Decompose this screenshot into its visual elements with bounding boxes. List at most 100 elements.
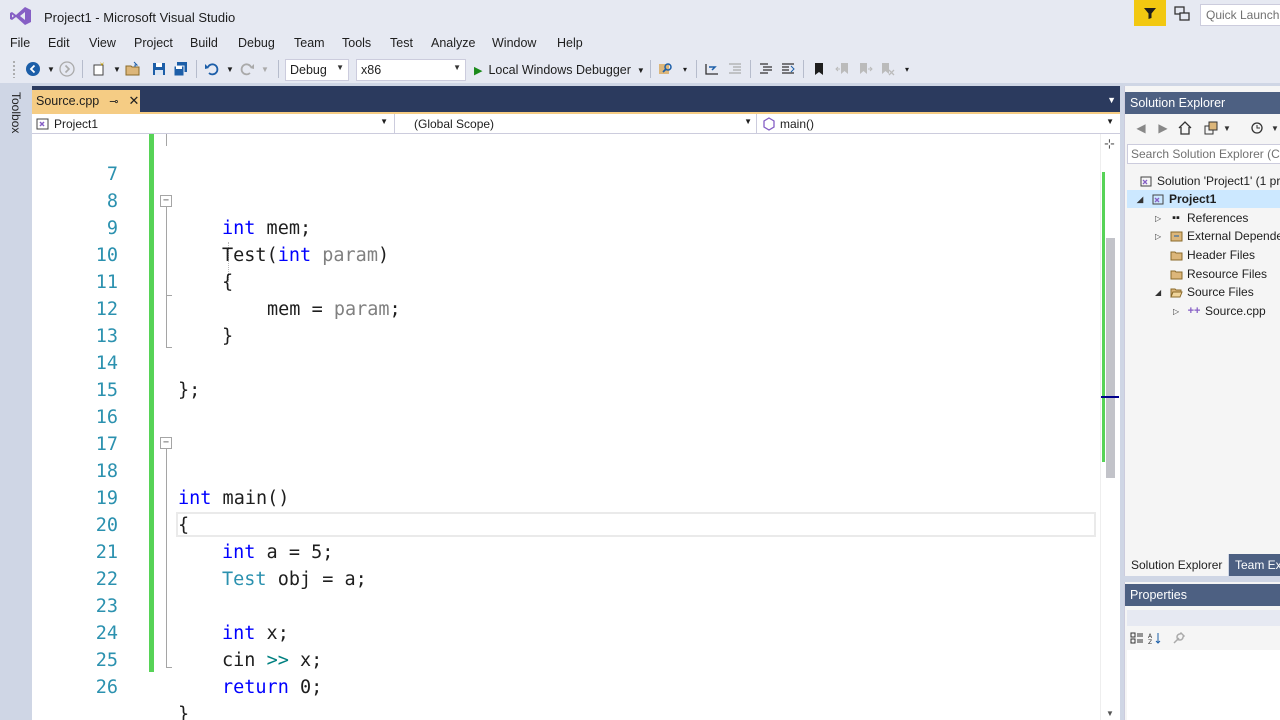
tree-item-source-files[interactable]: ◢ Source Files [1155,283,1254,301]
alphabetical-icon[interactable]: AZ [1147,630,1163,646]
forward-icon[interactable]: ▶ [1155,120,1171,136]
toolbar-overflow-icon[interactable]: ▾ [898,60,916,78]
code-line: 9 Test(int param) [32,188,1100,266]
navigate-back-icon[interactable] [24,60,42,78]
code-text: 0; [288,677,323,698]
solution-configuration-select[interactable]: Debug ▼ [285,59,349,81]
expanded-arrow-icon[interactable]: ◢ [1137,195,1147,204]
scrollbar-change-marker [1102,172,1105,462]
tree-item-header-files[interactable]: Header Files [1169,246,1255,264]
editor-vertical-scrollbar[interactable]: ⊹ ▼ [1100,134,1120,720]
menu-team[interactable]: Team [294,36,325,50]
menu-test[interactable]: Test [390,36,413,50]
collapsed-arrow-icon[interactable]: ▷ [1173,307,1183,316]
undo-dropdown-icon[interactable]: ▼ [221,60,239,78]
tree-item-label: Project1 [1169,192,1217,206]
debugger-dropdown-icon[interactable]: ▼ [637,66,645,75]
tree-item-solution[interactable]: Solution 'Project1' (1 project) [1139,172,1280,190]
tree-item-project[interactable]: ◢ Project1 [1127,190,1280,208]
menu-build[interactable]: Build [190,36,218,50]
properties-title: Properties [1125,584,1280,606]
project-select[interactable]: Project1 ▼ [32,115,392,133]
tab-solution-explorer[interactable]: Solution Explorer [1125,554,1229,576]
member-select[interactable]: main() ▼ [758,115,1118,133]
start-debugging-button[interactable]: ▶ Local Windows Debugger ▼ [474,59,645,81]
views-dropdown-icon[interactable]: ▼ [1219,120,1235,136]
menu-tools[interactable]: Tools [342,36,371,50]
code-line: 17 [32,404,1100,455]
bookmark-icon[interactable] [810,60,828,78]
save-all-icon[interactable] [172,60,190,78]
line-number: 26 [95,677,118,698]
properties-grid[interactable] [1127,650,1280,720]
uncomment-lines-icon[interactable] [779,60,797,78]
toolbox-tab[interactable]: Toolbox [9,92,23,133]
menu-debug[interactable]: Debug [238,36,275,50]
code-line: 20 int a = 5; [32,485,1100,563]
solution-explorer-panel: Solution Explorer ◀ ▶ ▼ ▼ Search Solutio… [1124,86,1280,576]
menu-project[interactable]: Project [134,36,173,50]
new-project-icon[interactable] [90,60,108,78]
tab-source-cpp[interactable]: Source.cpp ⊸ ✕ [32,90,140,112]
scrollbar-thumb[interactable] [1106,238,1115,478]
solution-explorer-title: Solution Explorer [1125,92,1280,114]
home-icon[interactable] [1177,120,1193,136]
menu-view[interactable]: View [89,36,116,50]
collapsed-arrow-icon[interactable]: ▷ [1155,232,1165,241]
redo-dropdown-icon[interactable]: ▼ [256,60,274,78]
nav-separator [394,114,395,134]
solution-explorer-search-input[interactable]: Search Solution Explorer (Ctrl+;) [1127,144,1280,164]
next-bookmark-icon[interactable] [856,60,874,78]
code-line: 23 int x; [32,566,1100,644]
configuration-value: Debug [290,63,327,77]
tab-team-explorer[interactable]: Team Explorer [1229,554,1280,576]
navigate-forward-icon[interactable] [58,60,76,78]
scroll-down-icon[interactable]: ▼ [1106,709,1114,718]
keyword: return [222,677,289,698]
notifications-filter-button[interactable] [1134,0,1166,26]
find-in-files-icon[interactable] [657,60,675,78]
scope-select[interactable]: (Global Scope) ▼ [410,115,756,133]
menu-file[interactable]: File [10,36,30,50]
menu-help[interactable]: Help [557,36,583,50]
categorized-icon[interactable] [1129,630,1145,646]
tree-item-source-cpp[interactable]: ▷ ++ Source.cpp [1173,302,1266,320]
redo-icon[interactable] [238,60,256,78]
quick-launch-input[interactable]: Quick Launch (Ctrl+Q) [1200,4,1280,26]
menu-analyze[interactable]: Analyze [431,36,475,50]
tree-item-label: Source Files [1187,285,1254,299]
pending-changes-filter-icon[interactable] [1249,120,1265,136]
filter-dropdown-icon[interactable]: ▼ [1267,120,1280,136]
toolbar-grip[interactable] [12,60,16,78]
split-window-icon[interactable]: ⊹ [1104,136,1115,152]
clear-bookmarks-icon[interactable] [878,60,896,78]
active-files-dropdown-icon[interactable]: ▼ [1107,95,1116,105]
step-into-icon[interactable] [703,60,721,78]
code-editor[interactable]: − − 7 8 int mem; 9 Test(int param) 10 { … [32,134,1100,720]
unindent-icon[interactable] [726,60,744,78]
open-file-icon[interactable] [124,60,142,78]
comment-lines-icon[interactable] [757,60,775,78]
tree-item-external-dependencies[interactable]: ▷ External Dependencies [1155,227,1280,245]
undo-icon[interactable] [203,60,221,78]
menu-edit[interactable]: Edit [48,36,70,50]
previous-bookmark-icon[interactable] [834,60,852,78]
expanded-arrow-icon[interactable]: ◢ [1155,288,1165,297]
solution-platform-select[interactable]: x86 ▼ [356,59,466,81]
save-icon[interactable] [150,60,168,78]
tree-item-references[interactable]: ▷ ▪▪ References [1155,209,1248,227]
close-icon[interactable]: ✕ [128,93,139,109]
external-dependencies-icon [1169,229,1183,243]
pin-icon[interactable]: ⊸ [109,95,118,108]
toolbar-overflow-icon[interactable]: ▾ [676,60,694,78]
back-icon[interactable]: ◀ [1133,120,1149,136]
collapsed-arrow-icon[interactable]: ▷ [1155,214,1165,223]
properties-panel: Properties AZ [1124,582,1280,720]
folder-icon [1169,248,1183,262]
property-pages-icon[interactable] [1171,630,1187,646]
switch-views-icon[interactable] [1203,120,1219,136]
feedback-icon[interactable] [1172,4,1192,24]
tree-item-resource-files[interactable]: Resource Files [1169,265,1267,283]
menu-window[interactable]: Window [492,36,536,50]
scope-value: (Global Scope) [414,117,495,131]
